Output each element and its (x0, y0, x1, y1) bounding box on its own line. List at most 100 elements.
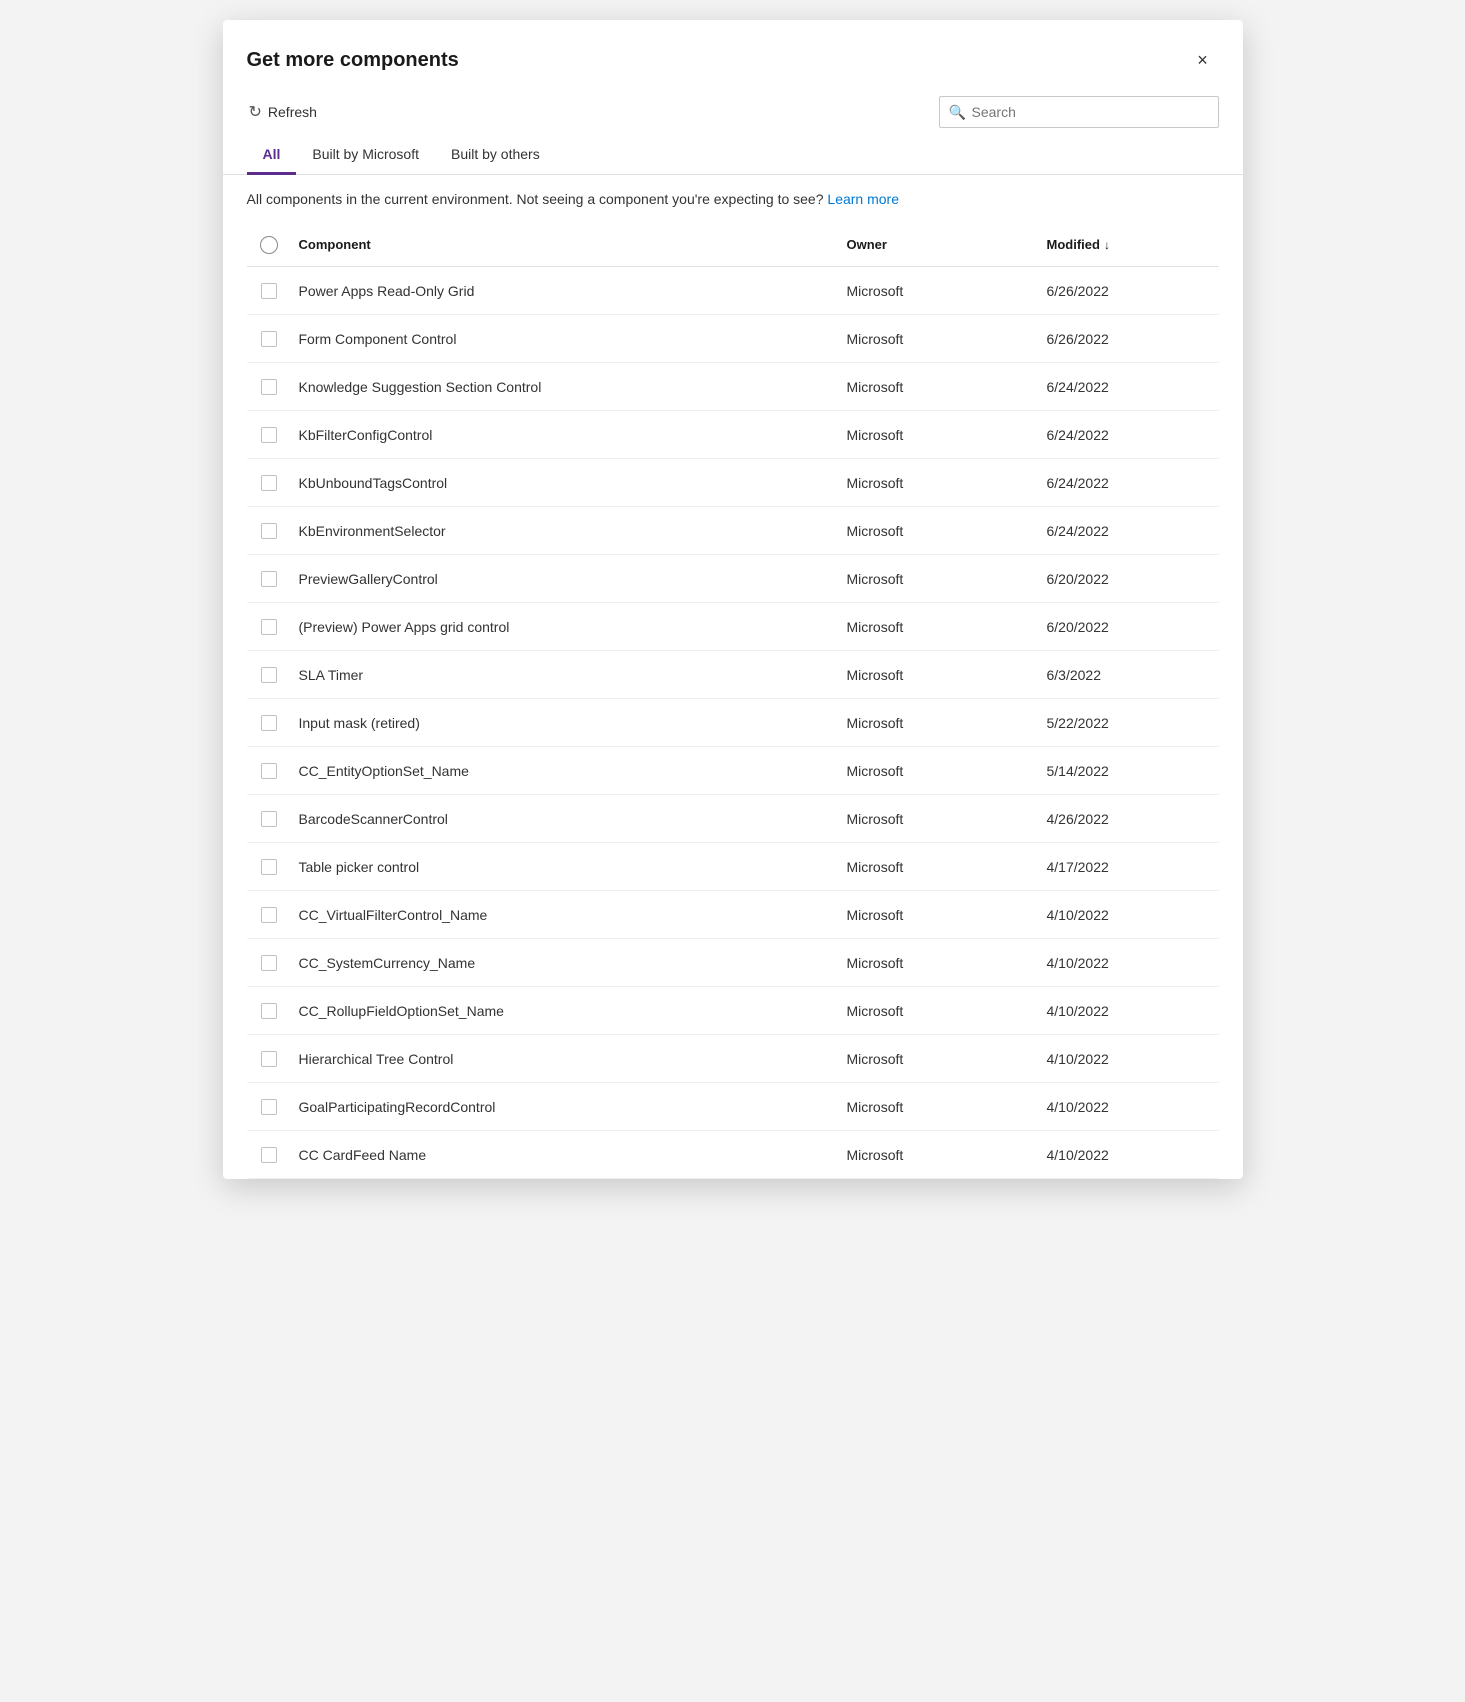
row-checkbox[interactable] (261, 475, 277, 491)
cell-component: Table picker control (291, 849, 839, 885)
search-icon: 🔍 (949, 104, 966, 121)
table-row[interactable]: PreviewGalleryControl Microsoft 6/20/202… (247, 555, 1219, 603)
cell-modified: 6/24/2022 (1039, 513, 1219, 549)
row-checkbox-col (247, 897, 291, 933)
select-all-checkbox[interactable] (260, 236, 278, 254)
cell-modified: 4/10/2022 (1039, 993, 1219, 1029)
row-checkbox[interactable] (261, 1003, 277, 1019)
get-more-components-dialog: Get more components × ↻ Refresh 🔍 All Bu… (223, 20, 1243, 1179)
info-text: All components in the current environmen… (247, 191, 824, 207)
cell-component: CC CardFeed Name (291, 1137, 839, 1173)
row-checkbox-col (247, 609, 291, 645)
row-checkbox[interactable] (261, 1147, 277, 1163)
cell-owner: Microsoft (839, 513, 1039, 549)
table-row[interactable]: Hierarchical Tree Control Microsoft 4/10… (247, 1035, 1219, 1083)
table-row[interactable]: CC_RollupFieldOptionSet_Name Microsoft 4… (247, 987, 1219, 1035)
cell-modified: 6/20/2022 (1039, 561, 1219, 597)
cell-modified: 6/26/2022 (1039, 273, 1219, 309)
cell-modified: 5/14/2022 (1039, 753, 1219, 789)
cell-modified: 6/3/2022 (1039, 657, 1219, 693)
table-row[interactable]: CC CardFeed Name Microsoft 4/10/2022 (247, 1131, 1219, 1179)
table-row[interactable]: (Preview) Power Apps grid control Micros… (247, 603, 1219, 651)
row-checkbox[interactable] (261, 427, 277, 443)
close-button[interactable]: × (1187, 44, 1219, 76)
row-checkbox-col (247, 993, 291, 1029)
cell-modified: 4/10/2022 (1039, 1041, 1219, 1077)
table-row[interactable]: SLA Timer Microsoft 6/3/2022 (247, 651, 1219, 699)
row-checkbox[interactable] (261, 811, 277, 827)
row-checkbox[interactable] (261, 283, 277, 299)
cell-owner: Microsoft (839, 369, 1039, 405)
table-container: Component Owner Modified ↓ Power Apps Re… (223, 223, 1243, 1179)
cell-component: (Preview) Power Apps grid control (291, 609, 839, 645)
tab-all[interactable]: All (247, 136, 297, 175)
table-row[interactable]: Knowledge Suggestion Section Control Mic… (247, 363, 1219, 411)
cell-owner: Microsoft (839, 417, 1039, 453)
cell-component: Input mask (retired) (291, 705, 839, 741)
row-checkbox[interactable] (261, 715, 277, 731)
row-checkbox-col (247, 945, 291, 981)
row-checkbox[interactable] (261, 331, 277, 347)
learn-more-link[interactable]: Learn more (827, 191, 899, 207)
row-checkbox[interactable] (261, 763, 277, 779)
row-checkbox[interactable] (261, 523, 277, 539)
cell-modified: 4/10/2022 (1039, 1089, 1219, 1125)
table-row[interactable]: KbFilterConfigControl Microsoft 6/24/202… (247, 411, 1219, 459)
refresh-button[interactable]: ↻ Refresh (239, 96, 327, 128)
cell-component: PreviewGalleryControl (291, 561, 839, 597)
table-row[interactable]: CC_SystemCurrency_Name Microsoft 4/10/20… (247, 939, 1219, 987)
table-row[interactable]: Power Apps Read-Only Grid Microsoft 6/26… (247, 267, 1219, 315)
cell-owner: Microsoft (839, 897, 1039, 933)
table-row[interactable]: Table picker control Microsoft 4/17/2022 (247, 843, 1219, 891)
dialog-title: Get more components (247, 49, 459, 72)
row-checkbox[interactable] (261, 1099, 277, 1115)
table-row[interactable]: Input mask (retired) Microsoft 5/22/2022 (247, 699, 1219, 747)
row-checkbox[interactable] (261, 667, 277, 683)
cell-owner: Microsoft (839, 753, 1039, 789)
cell-component: CC_VirtualFilterControl_Name (291, 897, 839, 933)
column-header-modified[interactable]: Modified ↓ (1039, 231, 1219, 258)
row-checkbox[interactable] (261, 1051, 277, 1067)
row-checkbox[interactable] (261, 955, 277, 971)
cell-modified: 6/24/2022 (1039, 417, 1219, 453)
search-input[interactable] (939, 96, 1219, 128)
cell-modified: 4/10/2022 (1039, 1137, 1219, 1173)
table-row[interactable]: GoalParticipatingRecordControl Microsoft… (247, 1083, 1219, 1131)
column-header-component: Component (291, 231, 839, 258)
row-checkbox-col (247, 657, 291, 693)
cell-owner: Microsoft (839, 273, 1039, 309)
cell-modified: 4/26/2022 (1039, 801, 1219, 837)
cell-component: KbFilterConfigControl (291, 417, 839, 453)
cell-owner: Microsoft (839, 321, 1039, 357)
tab-built-by-others[interactable]: Built by others (435, 136, 556, 175)
cell-component: GoalParticipatingRecordControl (291, 1089, 839, 1125)
cell-modified: 6/24/2022 (1039, 369, 1219, 405)
row-checkbox-col (247, 321, 291, 357)
cell-component: Hierarchical Tree Control (291, 1041, 839, 1077)
tab-built-by-microsoft[interactable]: Built by Microsoft (296, 136, 435, 175)
cell-component: KbEnvironmentSelector (291, 513, 839, 549)
table-row[interactable]: CC_VirtualFilterControl_Name Microsoft 4… (247, 891, 1219, 939)
table-row[interactable]: KbEnvironmentSelector Microsoft 6/24/202… (247, 507, 1219, 555)
cell-component: CC_EntityOptionSet_Name (291, 753, 839, 789)
column-header-owner: Owner (839, 231, 1039, 258)
cell-owner: Microsoft (839, 705, 1039, 741)
table-row[interactable]: CC_EntityOptionSet_Name Microsoft 5/14/2… (247, 747, 1219, 795)
row-checkbox-col (247, 1041, 291, 1077)
row-checkbox-col (247, 1089, 291, 1125)
row-checkbox[interactable] (261, 379, 277, 395)
header-checkbox-col (247, 236, 291, 254)
refresh-icon: ↻ (249, 102, 262, 122)
table-row[interactable]: BarcodeScannerControl Microsoft 4/26/202… (247, 795, 1219, 843)
row-checkbox[interactable] (261, 907, 277, 923)
cell-component: CC_RollupFieldOptionSet_Name (291, 993, 839, 1029)
row-checkbox[interactable] (261, 619, 277, 635)
row-checkbox[interactable] (261, 571, 277, 587)
cell-owner: Microsoft (839, 1137, 1039, 1173)
cell-component: BarcodeScannerControl (291, 801, 839, 837)
row-checkbox-col (247, 1137, 291, 1173)
table-row[interactable]: Form Component Control Microsoft 6/26/20… (247, 315, 1219, 363)
table-row[interactable]: KbUnboundTagsControl Microsoft 6/24/2022 (247, 459, 1219, 507)
cell-owner: Microsoft (839, 465, 1039, 501)
row-checkbox[interactable] (261, 859, 277, 875)
